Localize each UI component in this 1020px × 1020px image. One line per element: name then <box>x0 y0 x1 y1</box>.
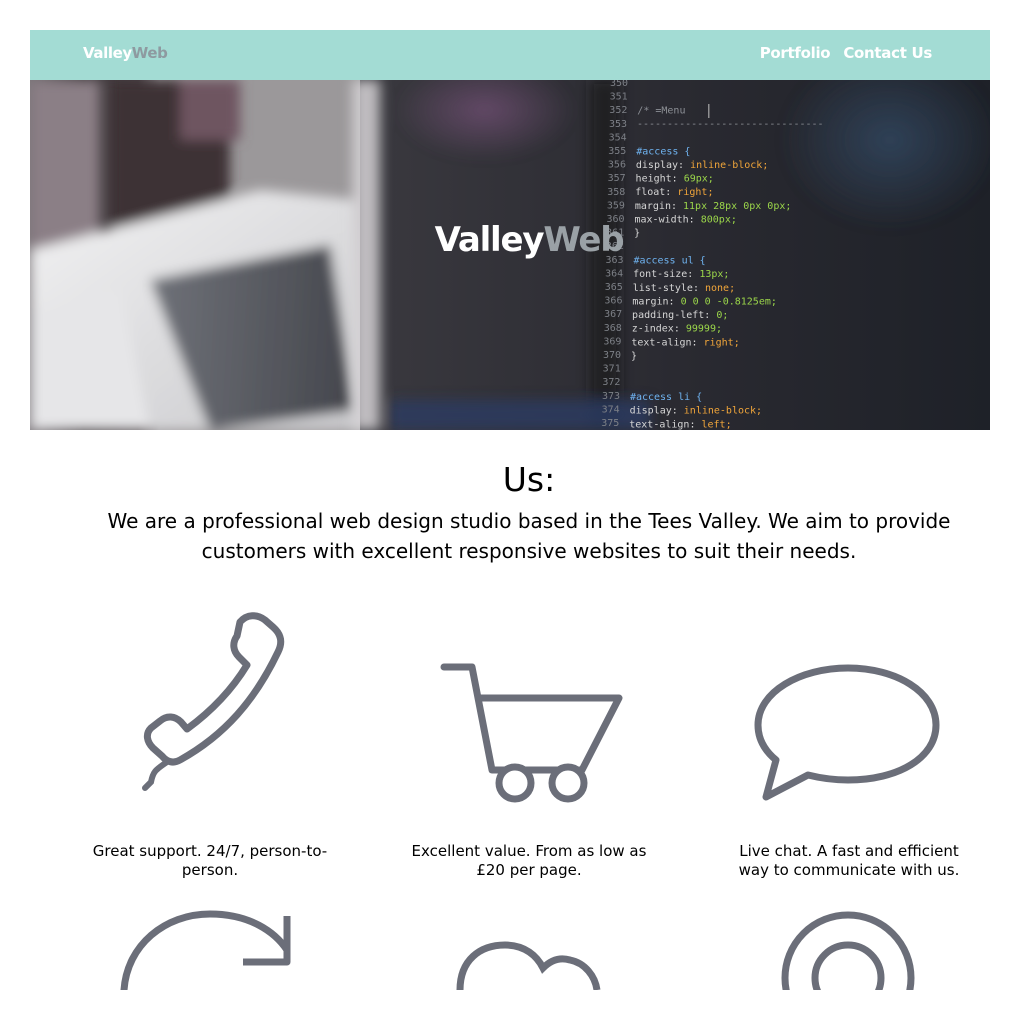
code-line-number: 370 <box>603 350 621 361</box>
hero-title: ValleyWeb <box>30 220 990 260</box>
code-line-text: } <box>631 351 637 362</box>
code-line-number: 351 <box>610 92 628 103</box>
brand-logo-part2: Web <box>131 44 168 62</box>
shopping-cart-icon <box>440 663 623 803</box>
feature-value: Excellent value. From as low as £20 per … <box>404 610 654 879</box>
code-line-number: 374 <box>602 404 620 415</box>
nav-link-contact-us[interactable]: Contact Us <box>843 44 932 62</box>
feature-caption: Great support. 24/7, person-to-person. <box>92 842 328 879</box>
brand-logo-part1: Valley <box>83 44 132 62</box>
code-line-text: ------------------------------- <box>637 119 824 130</box>
code-line-number: 354 <box>609 132 627 143</box>
code-line-text: margin: 0 0 0 -0.8125em; <box>632 296 777 307</box>
code-line-text: z-index: 99999; <box>632 324 722 335</box>
code-line-text: text-align: left; <box>629 419 731 430</box>
page-frame: ValleyWeb Portfolio Contact Us 350 351 3… <box>30 30 990 990</box>
code-line-number: 356 <box>608 160 626 171</box>
code-line-number: 364 <box>605 268 623 279</box>
code-line-text: display: inline-block; <box>630 406 762 417</box>
feature-caption: Live chat. A fast and efficient way to c… <box>738 842 960 879</box>
code-line-number: 352 <box>609 105 627 116</box>
code-line-number: 369 <box>603 336 621 347</box>
nav-link-portfolio[interactable]: Portfolio <box>760 44 831 62</box>
code-line-number: 372 <box>602 377 620 388</box>
code-line-text: display: inline-block; <box>636 160 768 171</box>
brand-logo[interactable]: ValleyWeb <box>83 44 168 62</box>
nav-links: Portfolio Contact Us <box>760 44 933 62</box>
hero-title-part1: Valley <box>434 220 545 260</box>
phone-icon <box>142 612 285 791</box>
speech-bubble-icon <box>754 664 940 801</box>
code-line-number: 375 <box>601 418 619 429</box>
code-line-number: 368 <box>604 323 622 334</box>
code-line-number: 367 <box>604 309 622 320</box>
refresh-icon <box>120 910 291 990</box>
hero-title-part2: Web <box>543 220 624 260</box>
code-line-number: 350 <box>610 80 628 89</box>
code-line-number: 371 <box>603 364 621 375</box>
code-line-text: float: right; <box>635 187 713 198</box>
code-line-number: 359 <box>607 200 625 211</box>
cloud-icon <box>456 941 601 990</box>
code-line-text: text-align: right; <box>631 337 739 348</box>
code-line-number: 366 <box>604 296 622 307</box>
feature-live-chat: Live chat. A fast and efficient way to c… <box>724 610 974 879</box>
code-line-number: 353 <box>609 119 627 130</box>
code-line-number: 358 <box>607 187 625 198</box>
about-description: We are a professional web design studio … <box>107 509 951 563</box>
code-line-number: 373 <box>602 391 620 402</box>
code-line-number: 357 <box>608 173 626 184</box>
target-icon <box>781 911 915 990</box>
code-line-number: 355 <box>608 146 626 157</box>
code-line-text: padding-left: 0; <box>632 310 728 321</box>
code-line-text: #access { <box>636 146 690 157</box>
feature-caption: Excellent value. From as low as £20 per … <box>411 842 647 879</box>
code-line-number: 365 <box>605 282 623 293</box>
code-line-text: font-size: 13px; <box>633 269 729 280</box>
navbar: ValleyWeb Portfolio Contact Us <box>30 30 990 80</box>
code-line-text: /* =Menu <box>637 105 685 116</box>
feature-support: Great support. 24/7, person-to-person. <box>85 610 335 879</box>
code-line-text: height: 69px; <box>636 174 714 185</box>
about-heading: Us: <box>502 460 556 499</box>
code-line-text: list-style: none; <box>633 283 735 294</box>
hero-banner: 350 351 352 /* =Menu 353 --------------------… <box>30 80 990 430</box>
code-line-text: margin: 11px 28px 0px 0px; <box>635 201 792 212</box>
code-line-text: #access li { <box>630 392 702 403</box>
